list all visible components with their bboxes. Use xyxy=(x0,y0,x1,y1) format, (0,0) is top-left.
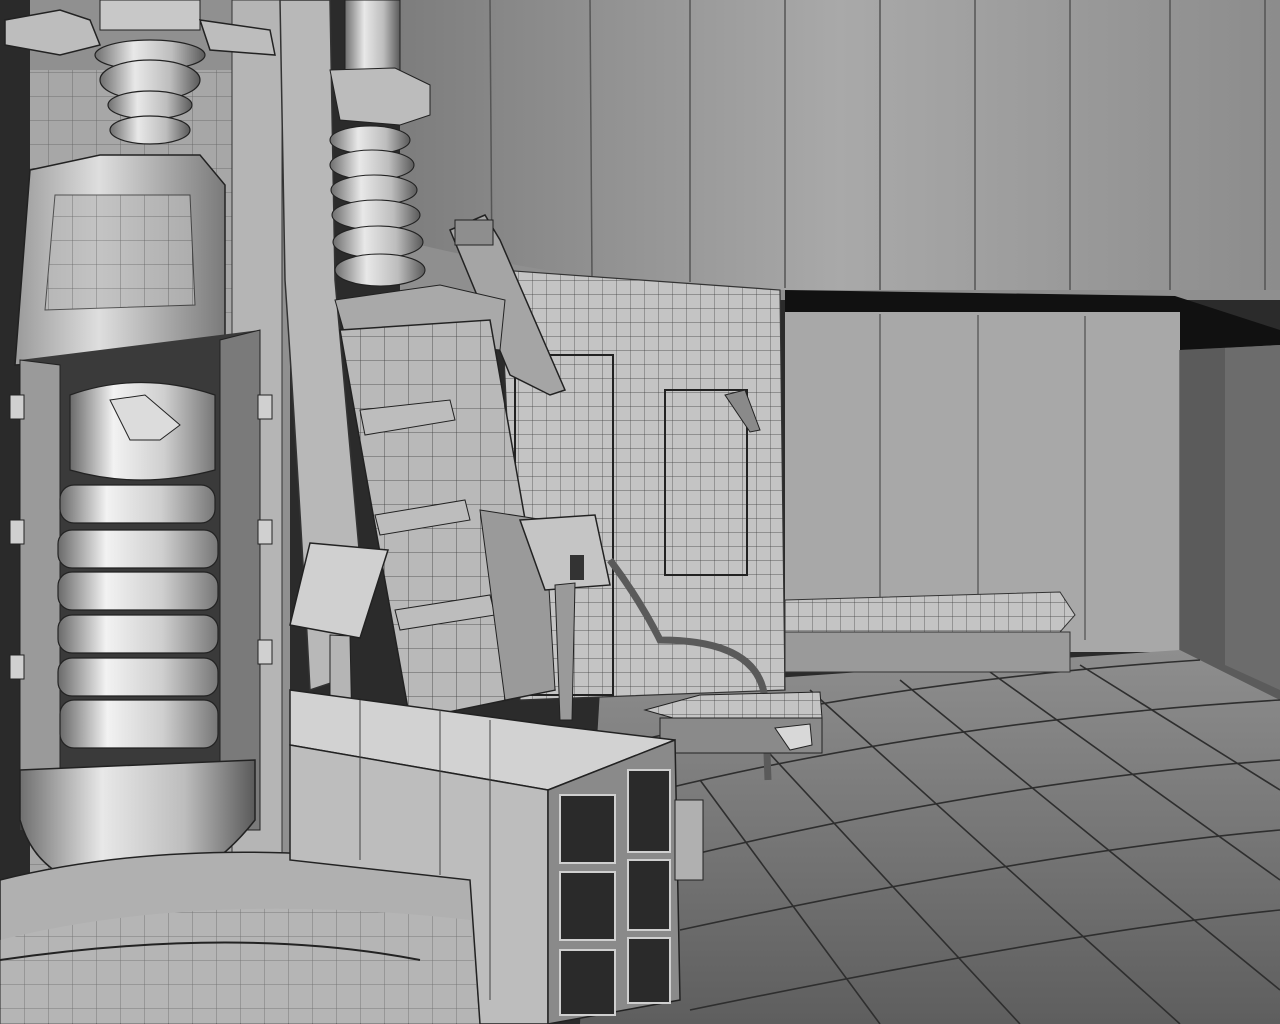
render-viewport xyxy=(0,0,1280,1024)
back-wall xyxy=(400,0,1280,300)
scene-svg xyxy=(0,0,1280,1024)
front-pedestal xyxy=(0,851,481,1024)
counter-side-post xyxy=(674,799,704,881)
wall-bench xyxy=(784,591,1076,673)
